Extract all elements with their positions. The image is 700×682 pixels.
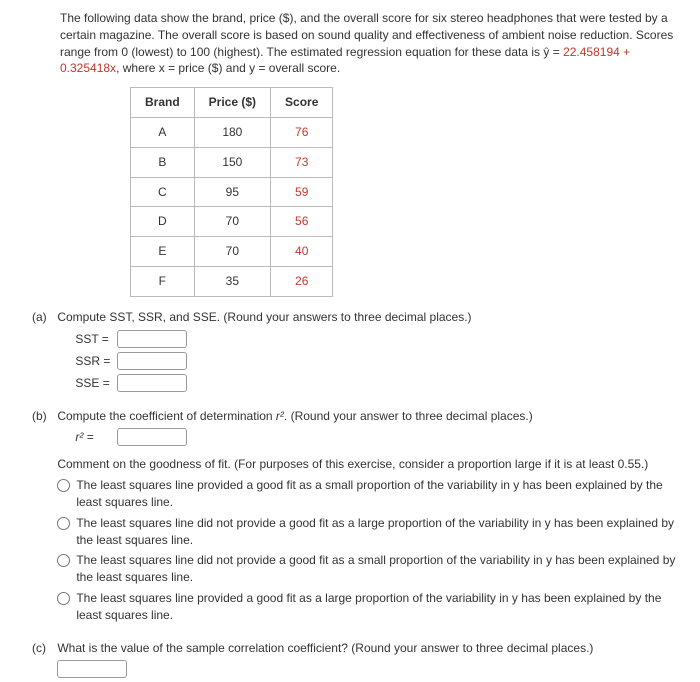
choice-1[interactable]: The least squares line provided a good f… — [57, 477, 677, 511]
cell-brand: C — [131, 177, 195, 207]
sse-label: SSE = — [75, 375, 113, 392]
choice-3-radio[interactable] — [57, 554, 70, 567]
col-header-price: Price ($) — [194, 88, 270, 118]
part-c-label: (c) — [32, 640, 54, 657]
intro-tail: , where x = price ($) and y = overall sc… — [116, 61, 340, 75]
sse-input[interactable] — [117, 374, 187, 392]
cell-score: 59 — [271, 177, 333, 207]
goodness-choices: The least squares line provided a good f… — [57, 477, 677, 623]
r2-input[interactable] — [117, 428, 187, 446]
choice-2-text: The least squares line did not provide a… — [76, 515, 677, 549]
r2-symbol: r² — [276, 409, 284, 423]
eq-prefix: ŷ = — [543, 45, 563, 59]
table-row: A 180 76 — [131, 117, 333, 147]
table-row: B 150 73 — [131, 147, 333, 177]
choice-4[interactable]: The least squares line provided a good f… — [57, 590, 677, 624]
choice-3[interactable]: The least squares line did not provide a… — [57, 552, 677, 586]
choice-1-radio[interactable] — [57, 479, 70, 492]
data-table: Brand Price ($) Score A 180 76 B 150 73 … — [130, 87, 333, 297]
table-row: D 70 56 — [131, 207, 333, 237]
part-a-prompt: Compute SST, SSR, and SSE. (Round your a… — [57, 310, 471, 324]
choice-1-text: The least squares line provided a good f… — [76, 477, 677, 511]
part-b-prompt: Compute the coefficient of determination… — [57, 408, 677, 425]
cell-brand: F — [131, 266, 195, 296]
correlation-input[interactable] — [57, 660, 127, 678]
sst-label: SST = — [75, 331, 113, 348]
cell-price: 180 — [194, 117, 270, 147]
table-row: E 70 40 — [131, 237, 333, 267]
cell-price: 95 — [194, 177, 270, 207]
part-c-prompt: What is the value of the sample correlat… — [57, 641, 593, 655]
ssr-label: SSR = — [75, 353, 113, 370]
part-a: (a) Compute SST, SSR, and SSE. (Round yo… — [60, 309, 682, 396]
cell-price: 150 — [194, 147, 270, 177]
cell-score: 76 — [271, 117, 333, 147]
problem-intro: The following data show the brand, price… — [60, 10, 682, 77]
part-b-prompt-post: . (Round your answer to three decimal pl… — [284, 409, 533, 423]
cell-brand: E — [131, 237, 195, 267]
sst-input[interactable] — [117, 330, 187, 348]
col-header-brand: Brand — [131, 88, 195, 118]
cell-price: 70 — [194, 207, 270, 237]
cell-score: 40 — [271, 237, 333, 267]
cell-price: 35 — [194, 266, 270, 296]
choice-3-text: The least squares line did not provide a… — [76, 552, 677, 586]
choice-2[interactable]: The least squares line did not provide a… — [57, 515, 677, 549]
part-c: (c) What is the value of the sample corr… — [60, 640, 682, 682]
cell-score: 56 — [271, 207, 333, 237]
choice-4-radio[interactable] — [57, 592, 70, 605]
table-row: F 35 26 — [131, 266, 333, 296]
cell-score: 26 — [271, 266, 333, 296]
table-row: C 95 59 — [131, 177, 333, 207]
part-b-prompt-pre: Compute the coefficient of determination — [57, 409, 276, 423]
cell-score: 73 — [271, 147, 333, 177]
cell-brand: B — [131, 147, 195, 177]
goodness-comment-prompt: Comment on the goodness of fit. (For pur… — [57, 456, 677, 473]
col-header-score: Score — [271, 88, 333, 118]
part-b-label: (b) — [32, 408, 54, 425]
cell-brand: A — [131, 117, 195, 147]
cell-brand: D — [131, 207, 195, 237]
ssr-input[interactable] — [117, 352, 187, 370]
choice-4-text: The least squares line provided a good f… — [76, 590, 677, 624]
cell-price: 70 — [194, 237, 270, 267]
choice-2-radio[interactable] — [57, 517, 70, 530]
part-a-label: (a) — [32, 309, 54, 326]
r2-label: r² = — [75, 429, 113, 446]
part-b: (b) Compute the coefficient of determina… — [60, 408, 682, 628]
